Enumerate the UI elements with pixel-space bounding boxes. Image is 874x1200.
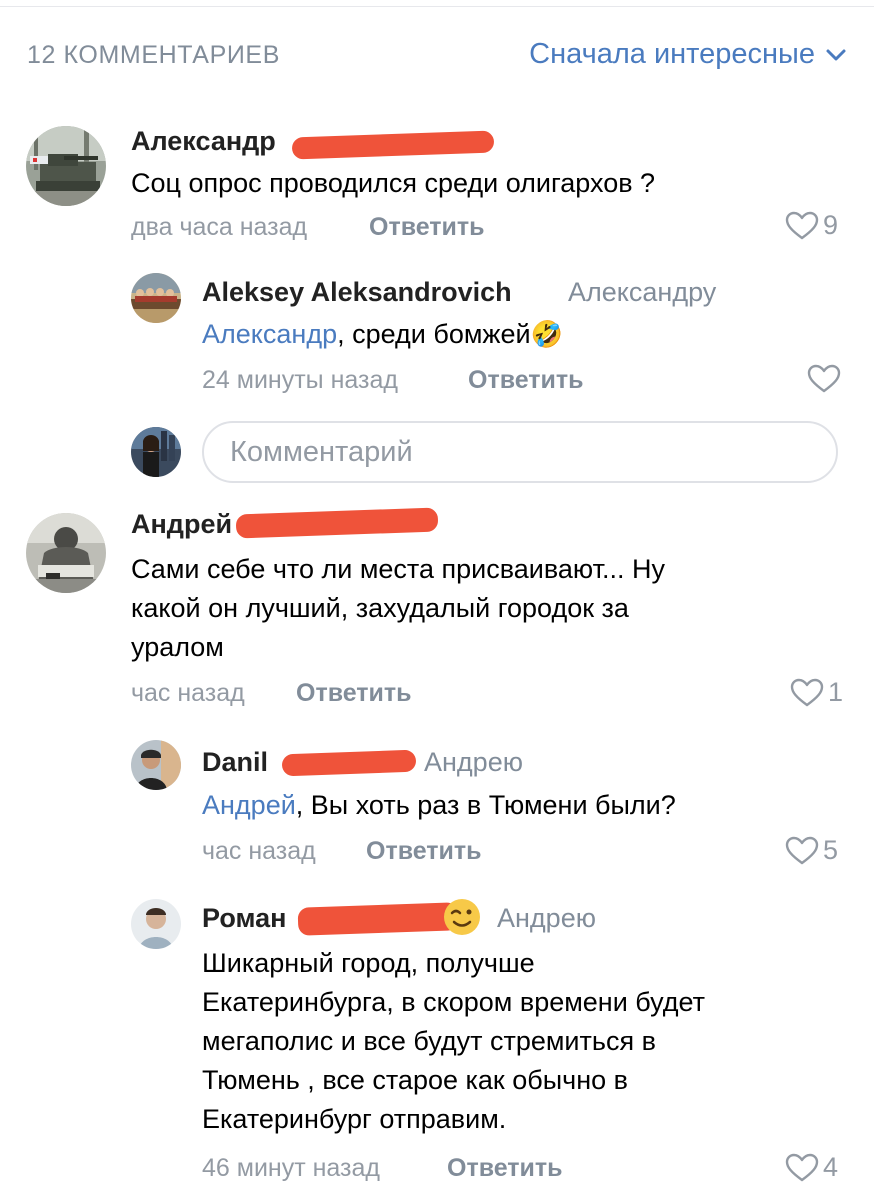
author-name[interactable]: Роман [202, 903, 286, 934]
comment-line: Тюмень , все старое как обычно в [202, 1065, 628, 1095]
like-count: 4 [823, 1152, 839, 1182]
heart-icon [785, 1153, 819, 1181]
comment-line: Екатеринбурга, в скором времени будет [202, 987, 706, 1017]
comment-reply: Роман Андрею Шикарный город, получше Ека… [0, 0, 874, 1200]
comment-line: Екатеринбург отправим. [202, 1104, 507, 1134]
reply-button[interactable]: Ответить [447, 1154, 563, 1183]
redaction-mark [297, 902, 459, 936]
avatar[interactable] [131, 899, 181, 949]
comment-line: мегаполис и все будут стремиться в [202, 1026, 656, 1056]
comment-text: Шикарный город, получше Екатеринбурга, в… [202, 944, 842, 1139]
wink-emoji-icon [444, 899, 480, 935]
comment-line: Шикарный город, получше [202, 948, 535, 978]
reply-to[interactable]: Андрею [497, 903, 596, 934]
like-button[interactable]: 4 [785, 1152, 838, 1183]
comment-time: 46 минут назад [202, 1154, 380, 1182]
